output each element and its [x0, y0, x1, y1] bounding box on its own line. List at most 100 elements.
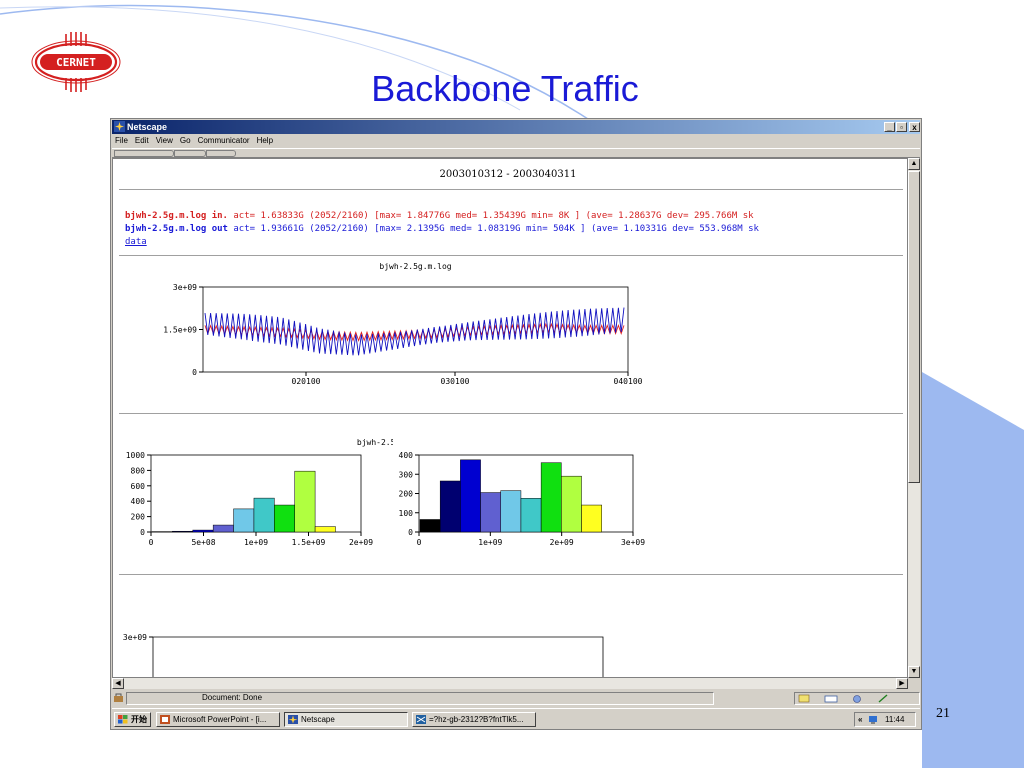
taskbar-item-message[interactable]: =?hz-gb-2312?B?fntTlk5...	[412, 712, 536, 727]
histogram-bar	[460, 459, 481, 533]
y-tick-label: 400	[131, 497, 146, 506]
taskbar-item-powerpoint[interactable]: Microsoft PowerPoint - [i...	[156, 712, 280, 727]
maximize-button[interactable]: ▫	[896, 122, 907, 132]
y-tick-label: 600	[131, 482, 146, 491]
x-tick-label: 030100	[441, 377, 470, 386]
vertical-scrollbar[interactable]: ▲ ▼	[908, 158, 920, 678]
composer-icon[interactable]	[878, 694, 888, 703]
scroll-thumb[interactable]	[908, 171, 920, 483]
taskbar-item-label: Microsoft PowerPoint - [i...	[173, 715, 267, 724]
menu-view[interactable]: View	[156, 136, 173, 145]
menu-file[interactable]: File	[115, 136, 128, 145]
page-number: 21	[936, 706, 950, 721]
y-tick-label: 800	[131, 466, 146, 475]
divider	[119, 574, 903, 576]
tray-expand-button[interactable]: «	[858, 713, 862, 726]
taskbar: 开始 Microsoft PowerPoint - [i... Netscape…	[112, 708, 920, 729]
y-tick-label: 3e+09	[123, 633, 147, 642]
minimize-button[interactable]: _	[884, 122, 895, 132]
log-in-stats: act= 1.63833G (2052/2160) [max= 1.84776G…	[233, 211, 754, 221]
empty-chart: 3e+09	[123, 633, 604, 677]
netscape-icon	[114, 121, 125, 132]
toolbar-grip-location[interactable]	[174, 150, 206, 157]
log-out-name: bjwh-2.5g.m.log out	[125, 224, 228, 234]
toolbar-grip-personal[interactable]	[206, 150, 236, 157]
y-tick-label: 200	[131, 513, 146, 522]
divider	[119, 413, 903, 415]
histogram-bar	[520, 498, 542, 533]
histogram-bar	[581, 504, 602, 533]
series-line-out	[204, 307, 625, 356]
slide-title: Backbone Traffic	[371, 68, 639, 109]
histogram-bar	[274, 504, 295, 533]
y-tick-label: 0	[140, 528, 145, 537]
menu-help[interactable]: Help	[257, 136, 273, 145]
windows-logo-icon	[118, 715, 128, 724]
chart-title: bjwh-2.5g.m.log	[379, 262, 451, 271]
status-bar: Document: Done	[112, 691, 920, 705]
collapsed-toolbars[interactable]	[112, 148, 920, 158]
divider	[119, 255, 903, 257]
chart-frame	[152, 636, 604, 677]
x-tick-label: 1.5e+09	[292, 538, 326, 547]
x-tick-label: 1e+09	[478, 538, 502, 547]
powerpoint-icon	[160, 715, 170, 724]
histogram-chart-out: 400 300 200 100 00 1e+09 2e+09 3e+09	[399, 451, 646, 547]
menu-edit[interactable]: Edit	[135, 136, 149, 145]
x-tick-label: 5e+08	[191, 538, 215, 547]
navigator-icon[interactable]	[798, 694, 810, 703]
x-tick-label: 020100	[292, 377, 321, 386]
histogram-bar	[540, 462, 562, 533]
start-button[interactable]: 开始	[114, 712, 151, 727]
histogram-bar	[172, 530, 194, 533]
log-out-summary: bjwh-2.5g.m.log out act= 1.93661G (2052/…	[125, 224, 759, 234]
network-icon[interactable]	[868, 714, 879, 725]
scroll-right-button[interactable]: ▶	[896, 678, 908, 689]
scroll-up-button[interactable]: ▲	[908, 158, 920, 170]
log-in-summary: bjwh-2.5g.m.log in. act= 1.63833G (2052/…	[125, 211, 754, 221]
system-tray: « 11:44	[854, 712, 916, 727]
component-bar	[794, 692, 920, 705]
message-icon	[416, 715, 426, 724]
data-link[interactable]: data	[125, 237, 147, 247]
histogram-bar	[212, 524, 234, 533]
x-tick-label: 1e+09	[244, 538, 268, 547]
y-tick-label: 1.5e+09	[163, 326, 197, 335]
security-lock-icon[interactable]	[113, 692, 124, 703]
taskbar-item-label: =?hz-gb-2312?B?fntTlk5...	[429, 715, 524, 724]
histogram-bar	[294, 470, 316, 533]
date-range: 2003010312 - 2003040311	[439, 169, 577, 180]
menu-communicator[interactable]: Communicator	[198, 136, 250, 145]
histogram-bar	[314, 526, 336, 533]
y-tick-label: 1000	[126, 451, 145, 460]
x-tick-label: 3e+09	[621, 538, 645, 547]
y-tick-label: 0	[192, 368, 197, 377]
menu-go[interactable]: Go	[180, 136, 191, 145]
histogram-bar	[439, 480, 461, 533]
x-tick-label: 040100	[614, 377, 643, 386]
horizontal-scrollbar[interactable]: ◀ ▶	[112, 678, 908, 689]
status-text: Document: Done	[202, 693, 263, 702]
window-title: Netscape	[127, 122, 168, 132]
y-tick-label: 3e+09	[173, 283, 197, 292]
histogram-bar	[561, 475, 582, 533]
close-button[interactable]: x	[909, 122, 920, 132]
window-titlebar[interactable]: Netscape _ ▫ x	[112, 120, 920, 134]
logo-text: CERNET	[56, 56, 96, 69]
timeseries-chart: bjwh-2.5g.m.log 3e+09 1.5e+09 0 020100 030100…	[163, 262, 643, 386]
y-tick-label: 200	[399, 490, 414, 499]
netscape-icon	[288, 715, 298, 724]
x-tick-label: 2e+09	[349, 538, 373, 547]
histogram-chart-in: bjwh-2.5g.m.log1000800600400200005e+081e…	[126, 438, 393, 547]
divider	[119, 189, 903, 191]
scroll-left-button[interactable]: ◀	[112, 678, 124, 689]
y-tick-label: 0	[408, 528, 413, 537]
toolbar-grip-navigation[interactable]	[114, 150, 174, 157]
discussion-icon[interactable]	[853, 695, 861, 703]
histogram-bar	[253, 497, 275, 533]
scroll-down-button[interactable]: ▼	[908, 666, 920, 678]
y-tick-label: 300	[399, 470, 414, 479]
mailbox-icon[interactable]	[824, 695, 838, 703]
taskbar-item-netscape[interactable]: Netscape	[284, 712, 408, 727]
histogram-bar	[192, 529, 214, 533]
